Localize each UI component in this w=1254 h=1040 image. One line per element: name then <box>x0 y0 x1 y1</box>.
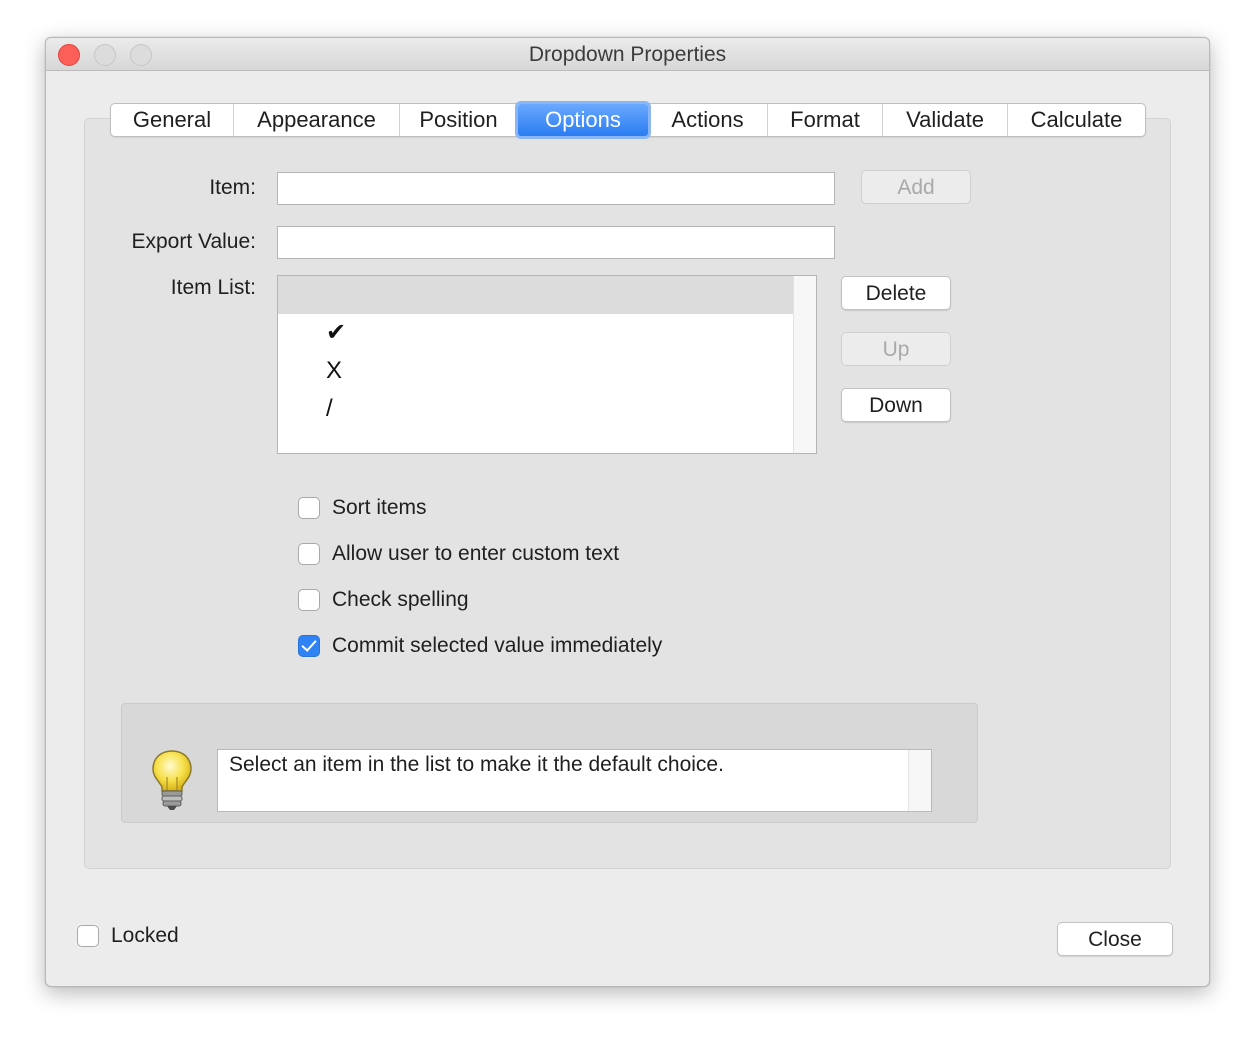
sort-items-label: Sort items <box>332 496 427 519</box>
up-button[interactable]: Up <box>841 332 951 366</box>
export-value-label: Export Value: <box>131 230 256 253</box>
locked-label: Locked <box>111 924 179 947</box>
tab-general[interactable]: General <box>111 104 234 136</box>
window-title: Dropdown Properties <box>528 43 727 66</box>
hint-text: Select an item in the list to make it th… <box>229 753 724 776</box>
add-button[interactable]: Add <box>861 170 971 204</box>
tab-options[interactable]: Options <box>518 104 648 136</box>
tab-actions[interactable]: Actions <box>648 104 768 136</box>
list-item[interactable]: ✔ <box>278 314 816 352</box>
item-list-scrollbar[interactable] <box>793 276 816 453</box>
item-list[interactable]: ✔ X / <box>277 275 817 454</box>
tab-appearance[interactable]: Appearance <box>234 104 400 136</box>
down-button[interactable]: Down <box>841 388 951 422</box>
tab-bar: General Appearance Position Options Acti… <box>110 103 1146 137</box>
list-item[interactable]: / <box>278 390 816 428</box>
tab-calculate[interactable]: Calculate <box>1008 104 1145 136</box>
check-spelling-checkbox[interactable] <box>298 589 320 611</box>
item-input[interactable] <box>277 172 835 205</box>
tab-position[interactable]: Position <box>400 104 518 136</box>
tab-format[interactable]: Format <box>768 104 883 136</box>
lightbulb-icon <box>152 750 192 810</box>
delete-button[interactable]: Delete <box>841 276 951 310</box>
locked-checkbox[interactable] <box>77 925 99 947</box>
custom-text-option[interactable]: Allow user to enter custom text <box>298 541 619 567</box>
title-bar: Dropdown Properties <box>46 38 1209 71</box>
hint-scrollbar[interactable] <box>908 750 931 811</box>
check-spelling-label: Check spelling <box>332 588 469 611</box>
sort-items-checkbox[interactable] <box>298 497 320 519</box>
locked-option[interactable]: Locked <box>77 923 179 949</box>
dropdown-properties-dialog: Dropdown Properties General Appearance P… <box>45 37 1210 987</box>
hint-panel: Select an item in the list to make it th… <box>121 703 978 823</box>
custom-text-label: Allow user to enter custom text <box>332 542 620 565</box>
export-value-input[interactable] <box>277 226 835 259</box>
sort-items-option[interactable]: Sort items <box>298 495 427 521</box>
hint-text-box: Select an item in the list to make it th… <box>217 749 932 812</box>
commit-immediately-checkbox[interactable] <box>298 635 320 657</box>
item-list-label: Item List: <box>170 276 256 299</box>
custom-text-checkbox[interactable] <box>298 543 320 565</box>
close-button[interactable]: Close <box>1057 922 1173 956</box>
commit-immediately-option[interactable]: Commit selected value immediately <box>298 633 662 659</box>
commit-immediately-label: Commit selected value immediately <box>332 634 663 657</box>
tab-validate[interactable]: Validate <box>883 104 1008 136</box>
list-item[interactable] <box>278 276 816 314</box>
list-item[interactable]: X <box>278 352 816 390</box>
check-spelling-option[interactable]: Check spelling <box>298 587 469 613</box>
item-label: Item: <box>209 176 256 199</box>
